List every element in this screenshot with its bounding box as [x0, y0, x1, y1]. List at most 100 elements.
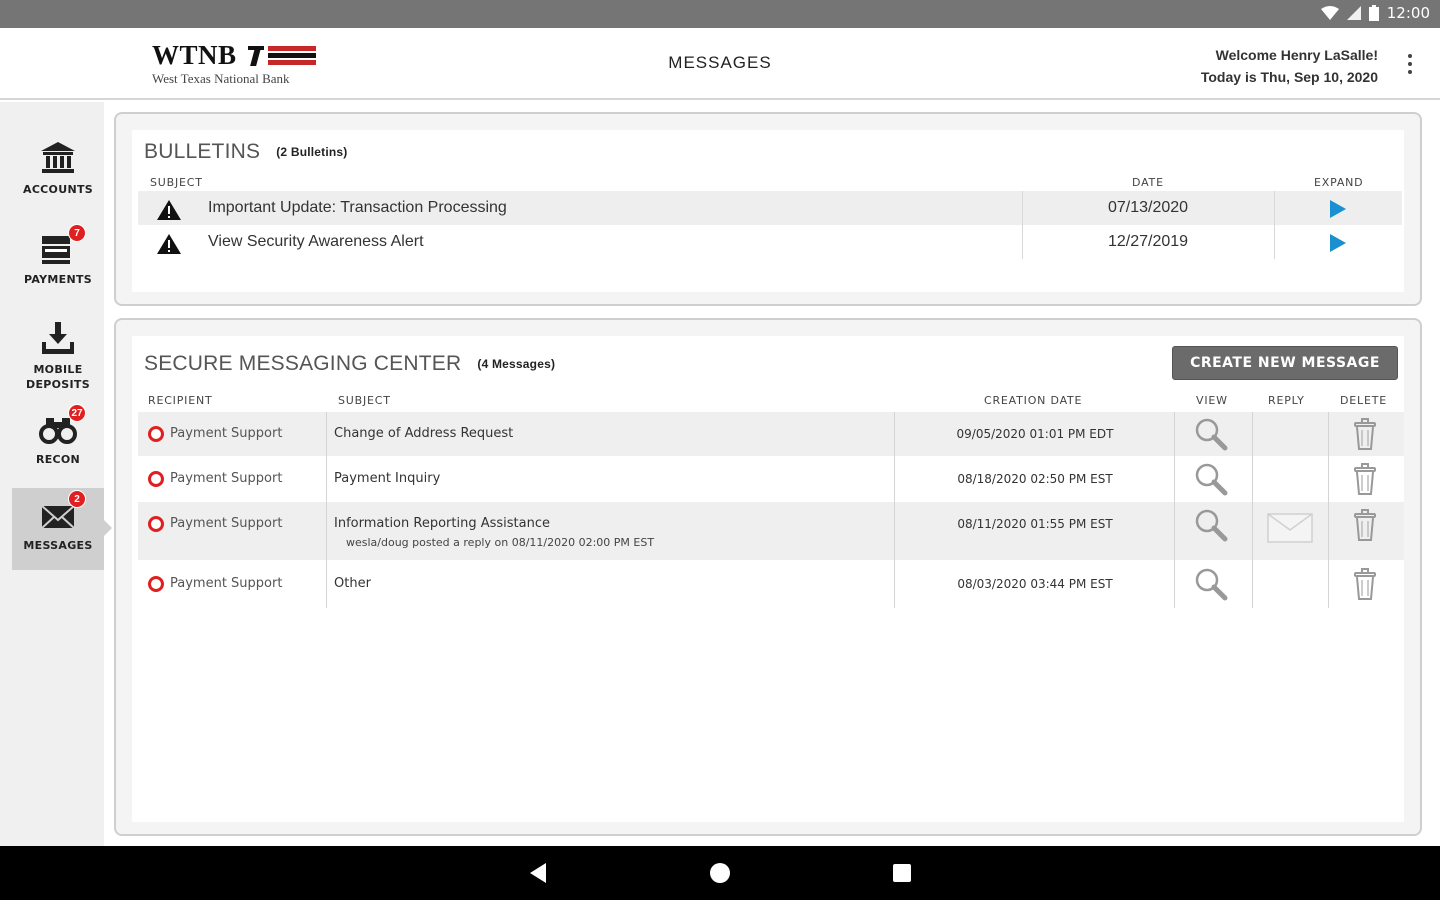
secure-messaging-panel: SECURE MESSAGING CENTER (4 Messages) CRE… [114, 318, 1422, 836]
payments-icon: 7 [38, 224, 86, 268]
messaging-count: (4 Messages) [477, 357, 556, 372]
bulletins-heading: BULLETINS (2 Bulletins) [144, 140, 348, 164]
view-magnifier-icon[interactable] [1192, 415, 1230, 453]
message-reply-note: wesla/doug posted a reply on 08/11/2020 … [346, 536, 655, 549]
delete-trash-icon[interactable] [1346, 415, 1384, 453]
unread-indicator-icon [148, 471, 164, 487]
overflow-menu-icon[interactable] [1406, 54, 1414, 74]
message-recipient: Payment Support [170, 426, 283, 441]
bank-icon [38, 138, 78, 178]
message-subject[interactable]: Payment Inquiry [334, 471, 440, 486]
message-date: 09/05/2020 01:01 PM EDT [956, 427, 1114, 441]
sidebar-item-recon[interactable]: 27 RECON [12, 402, 104, 484]
bulletins-content: BULLETINS (2 Bulletins) SUBJECT DATE EXP… [132, 130, 1404, 292]
logo-subtitle: West Texas National Bank [152, 71, 290, 86]
recon-badge: 27 [68, 404, 86, 422]
col-subject: SUBJECT [150, 176, 203, 189]
sidebar-item-accounts[interactable]: ACCOUNTS [12, 132, 104, 214]
sidebar-item-label: MOBILE DEPOSITS [12, 362, 104, 392]
message-subject[interactable]: Other [334, 576, 371, 591]
binoculars-icon: 27 [38, 404, 86, 448]
col-subject: SUBJECT [338, 394, 391, 407]
payments-badge: 7 [68, 224, 86, 242]
column-divider [1252, 412, 1253, 456]
sidebar-item-label: ACCOUNTS [23, 183, 93, 196]
column-divider [1252, 456, 1253, 502]
today-date: Today is Thu, Sep 10, 2020 [1200, 69, 1378, 85]
message-row[interactable]: Payment Support Other 08/03/2020 03:44 P… [138, 560, 1404, 608]
col-recipient: RECIPIENT [148, 394, 213, 407]
message-date: 08/18/2020 02:50 PM EST [957, 472, 1113, 486]
col-date: DATE [1132, 176, 1164, 189]
system-nav-bar [0, 846, 1440, 900]
view-magnifier-icon[interactable] [1192, 460, 1230, 498]
view-magnifier-icon[interactable] [1192, 506, 1230, 544]
bulletin-row[interactable]: View Security Awareness Alert 12/27/2019 [138, 225, 1402, 259]
bulletin-subject[interactable]: View Security Awareness Alert [208, 233, 424, 251]
expand-arrow-icon[interactable] [1330, 200, 1346, 218]
welcome-block: Welcome Henry LaSalle! Today is Thu, Sep… [1201, 44, 1378, 88]
sidebar-nav: ACCOUNTS 7 PAYMENTS MOBILE DEPOSITS 27 R… [0, 102, 112, 846]
warning-icon [157, 200, 181, 220]
bulletins-count: (2 Bulletins) [276, 145, 348, 160]
expand-arrow-icon[interactable] [1330, 234, 1346, 252]
sidebar-item-label: RECON [35, 453, 81, 466]
cell-signal-icon [1346, 6, 1361, 20]
messaging-heading: SECURE MESSAGING CENTER (4 Messages) [144, 352, 555, 376]
delete-trash-icon[interactable] [1346, 460, 1384, 498]
message-date: 08/03/2020 03:44 PM EST [957, 577, 1113, 591]
sidebar-item-payments[interactable]: 7 PAYMENTS [12, 222, 104, 304]
sidebar-item-mobile-deposits[interactable]: MOBILE DEPOSITS [12, 312, 104, 394]
column-divider [894, 502, 895, 560]
delete-trash-icon[interactable] [1346, 506, 1384, 544]
column-divider [1274, 191, 1275, 225]
message-subject[interactable]: Change of Address Request [334, 426, 513, 441]
column-divider [1328, 412, 1329, 456]
column-divider [326, 502, 327, 560]
recents-icon[interactable] [893, 864, 911, 882]
column-divider [326, 456, 327, 502]
envelope-icon: 2 [38, 490, 86, 534]
sidebar-item-label: PAYMENTS [24, 273, 92, 286]
message-row[interactable]: Payment Support Information Reporting As… [138, 502, 1404, 560]
column-divider [326, 412, 327, 456]
bulletin-subject[interactable]: Important Update: Transaction Processing [208, 199, 507, 217]
bulletins-title: BULLETINS [144, 140, 261, 163]
app-header: WTNB West Texas National Bank MESSAGES W… [0, 28, 1440, 100]
back-icon[interactable] [528, 862, 548, 884]
column-divider [894, 456, 895, 502]
bulletins-panel: BULLETINS (2 Bulletins) SUBJECT DATE EXP… [114, 112, 1422, 306]
column-divider [1174, 502, 1175, 560]
unread-indicator-icon [148, 576, 164, 592]
column-divider [1174, 560, 1175, 608]
col-creation-date: CREATION DATE [984, 394, 1083, 407]
message-row[interactable]: Payment Support Change of Address Reques… [138, 412, 1404, 456]
column-divider [1174, 412, 1175, 456]
status-time: 12:00 [1386, 4, 1430, 22]
message-recipient: Payment Support [170, 471, 283, 486]
col-delete: DELETE [1340, 394, 1387, 407]
bulletin-row[interactable]: Important Update: Transaction Processing… [138, 191, 1402, 225]
column-divider [1328, 502, 1329, 560]
wifi-icon [1320, 6, 1339, 20]
create-new-message-button[interactable]: CREATE NEW MESSAGE [1172, 346, 1398, 380]
label-line1: MOBILE [33, 363, 83, 376]
reply-envelope-icon[interactable] [1266, 508, 1314, 546]
battery-icon [1368, 5, 1379, 21]
warning-icon [157, 234, 181, 254]
column-divider [326, 560, 327, 608]
welcome-text: Welcome Henry LaSalle! [1215, 47, 1378, 63]
message-subject[interactable]: Information Reporting Assistance [334, 516, 550, 531]
col-expand: EXPAND [1314, 176, 1364, 189]
view-magnifier-icon[interactable] [1192, 565, 1230, 603]
column-divider [1252, 502, 1253, 560]
label-line2: DEPOSITS [26, 378, 90, 391]
column-divider [1252, 560, 1253, 608]
column-divider [1328, 456, 1329, 502]
unread-indicator-icon [148, 516, 164, 532]
home-icon[interactable] [709, 862, 731, 884]
sidebar-item-messages[interactable]: 2 MESSAGES [12, 488, 112, 570]
message-row[interactable]: Payment Support Payment Inquiry 08/18/20… [138, 456, 1404, 502]
delete-trash-icon[interactable] [1346, 565, 1384, 603]
bulletin-date: 07/13/2020 [1107, 199, 1189, 216]
